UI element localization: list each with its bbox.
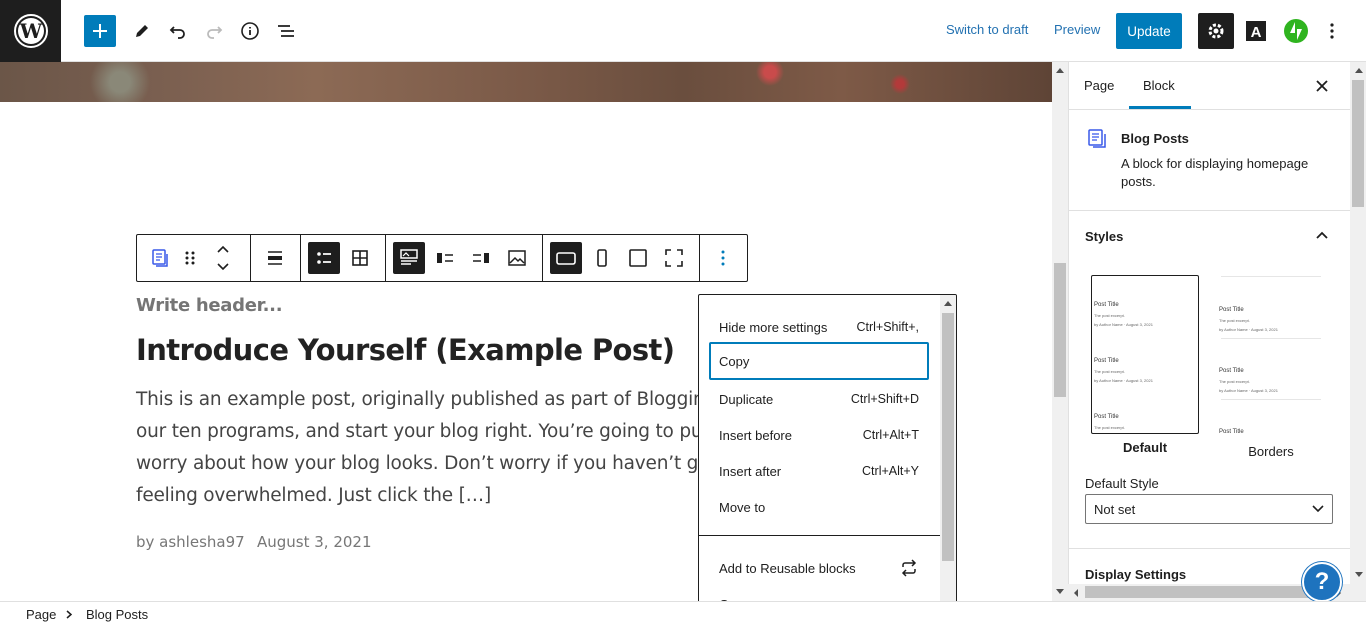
post-title[interactable]: Introduce Yourself (Example Post) <box>136 333 675 367</box>
align-icon[interactable] <box>259 242 291 274</box>
more-options-icon[interactable] <box>707 242 739 274</box>
tab-block[interactable]: Block <box>1143 78 1175 93</box>
jetpack-icon[interactable] <box>1280 15 1312 47</box>
settings-sidebar: Page Block Blog Posts A block for displa… <box>1068 62 1366 601</box>
excerpt-line: feeling overwhelmed. Just click the […] <box>136 485 491 506</box>
menu-item-insert-after[interactable]: Insert after Ctrl+Alt+Y <box>709 452 929 490</box>
undo-icon[interactable] <box>162 15 194 47</box>
sidebar-scroll-up-icon[interactable] <box>1354 66 1364 74</box>
svg-text:W: W <box>18 19 42 43</box>
typography-a-icon[interactable]: A <box>1240 15 1272 47</box>
menu-item-label: Duplicate <box>719 391 774 407</box>
image-left-icon[interactable] <box>429 242 461 274</box>
menu-item-shortcut: Ctrl+Alt+Y <box>862 464 919 478</box>
fullscreen-icon[interactable] <box>658 242 690 274</box>
list-view-icon[interactable] <box>270 15 302 47</box>
preview-link[interactable]: Preview <box>1054 22 1100 37</box>
add-block-button[interactable] <box>84 15 116 47</box>
switch-to-draft-link[interactable]: Switch to draft <box>946 22 1028 37</box>
reusable-block-icon <box>901 559 917 577</box>
block-card-title: Blog Posts <box>1121 131 1189 146</box>
list-view-layout-icon[interactable] <box>308 242 340 274</box>
chevron-right-icon <box>66 610 72 619</box>
default-style-label: Default Style <box>1085 476 1159 491</box>
info-icon[interactable] <box>234 15 266 47</box>
style-label-default: Default <box>1122 440 1168 455</box>
menu-scroll-up-icon[interactable] <box>944 300 952 306</box>
block-type-icon[interactable] <box>144 242 176 274</box>
update-button[interactable]: Update <box>1116 13 1182 49</box>
menu-item-label: Insert after <box>719 463 782 479</box>
drag-handle-icon[interactable] <box>174 242 206 274</box>
menu-item-label: Copy <box>719 353 750 369</box>
excerpt-line: This is an example post, originally publ… <box>136 389 736 410</box>
close-icon[interactable] <box>1315 79 1329 93</box>
scroll-left-icon[interactable] <box>1073 588 1079 598</box>
sidebar-scrollbar-thumb[interactable] <box>1352 80 1364 207</box>
chevron-down-icon <box>1312 505 1324 513</box>
menu-item-add-to-reusable-blocks[interactable]: Add to Reusable blocks <box>709 549 929 587</box>
default-style-value: Not set <box>1094 501 1136 517</box>
canvas-scrollbar-thumb[interactable] <box>1054 263 1066 397</box>
edit-pencil-icon[interactable] <box>126 15 158 47</box>
blog-posts-block-icon <box>1088 129 1106 148</box>
header-placeholder[interactable]: Write header... <box>136 295 283 316</box>
help-button[interactable]: ? <box>1302 562 1342 602</box>
menu-item-label: Hide more settings <box>719 319 828 335</box>
display-settings-panel-title[interactable]: Display Settings <box>1085 567 1186 582</box>
breadcrumb: Page Blog Posts <box>0 601 1366 625</box>
menu-item-shortcut: Ctrl+Shift+D <box>850 392 919 406</box>
tab-page[interactable]: Page <box>1084 78 1114 93</box>
landscape-icon[interactable] <box>550 242 582 274</box>
move-arrows-icon[interactable] <box>207 242 239 274</box>
menu-scrollbar-thumb[interactable] <box>942 313 954 561</box>
block-card-description: A block for displaying homepage posts. <box>1121 156 1309 189</box>
style-option-default[interactable]: Post Title The post excerpt. by Author N… <box>1091 275 1199 434</box>
square-icon[interactable] <box>622 242 654 274</box>
menu-item-label: Insert before <box>719 427 792 443</box>
chevron-up-icon[interactable] <box>1315 230 1329 240</box>
sidebar-horizontal-thumb[interactable] <box>1085 586 1320 598</box>
settings-gear-icon[interactable] <box>1198 13 1234 49</box>
menu-item-label: Add to Reusable blocks <box>719 560 856 576</box>
block-toolbar <box>136 234 748 282</box>
top-toolbar: W Switch to draft Preview Update A <box>0 0 1366 62</box>
image-right-icon[interactable] <box>465 242 497 274</box>
post-date[interactable]: August 3, 2021 <box>257 533 372 551</box>
portrait-icon[interactable] <box>586 242 618 274</box>
redo-icon[interactable] <box>198 15 230 47</box>
breadcrumb-blog-posts[interactable]: Blog Posts <box>86 607 148 622</box>
excerpt-line: our ten programs, and start your blog ri… <box>136 421 745 442</box>
menu-item-copy[interactable]: Copy <box>709 342 929 380</box>
breadcrumb-page[interactable]: Page <box>26 607 56 622</box>
menu-item-label: Move to <box>719 499 766 515</box>
image-top-icon[interactable] <box>393 242 425 274</box>
default-style-select[interactable]: Not set <box>1085 494 1333 524</box>
excerpt-line: worry about how your blog looks. Don’t w… <box>136 453 737 474</box>
image-only-icon[interactable] <box>501 242 533 274</box>
menu-item-shortcut: Ctrl+Shift+, <box>856 320 919 334</box>
style-label-borders: Borders <box>1248 444 1294 459</box>
wordpress-logo-icon[interactable]: W <box>0 0 61 62</box>
post-author[interactable]: by ashlesha97 <box>136 533 245 551</box>
hero-image <box>0 62 1052 102</box>
sidebar-scroll-down-icon[interactable] <box>1354 571 1364 579</box>
scroll-down-arrow-icon[interactable] <box>1055 588 1065 596</box>
style-option-borders[interactable]: Post Title The post excerpt. by Author N… <box>1217 275 1325 435</box>
menu-item-shortcut: Ctrl+Alt+T <box>862 428 919 442</box>
block-options-menu: Hide more settings Ctrl+Shift+, Copy Dup… <box>698 294 957 625</box>
grid-view-icon[interactable] <box>344 242 376 274</box>
menu-item-hide-more-settings[interactable]: Hide more settings Ctrl+Shift+, <box>709 308 929 346</box>
styles-panel-title[interactable]: Styles <box>1085 229 1123 244</box>
menu-divider <box>699 535 940 536</box>
menu-item-insert-before[interactable]: Insert before Ctrl+Alt+T <box>709 416 929 454</box>
options-kebab-icon[interactable] <box>1316 15 1348 47</box>
menu-item-move-to[interactable]: Move to <box>709 488 929 526</box>
scroll-up-arrow-icon[interactable] <box>1055 66 1065 74</box>
menu-item-duplicate[interactable]: Duplicate Ctrl+Shift+D <box>709 380 929 418</box>
svg-text:A: A <box>1251 24 1262 41</box>
